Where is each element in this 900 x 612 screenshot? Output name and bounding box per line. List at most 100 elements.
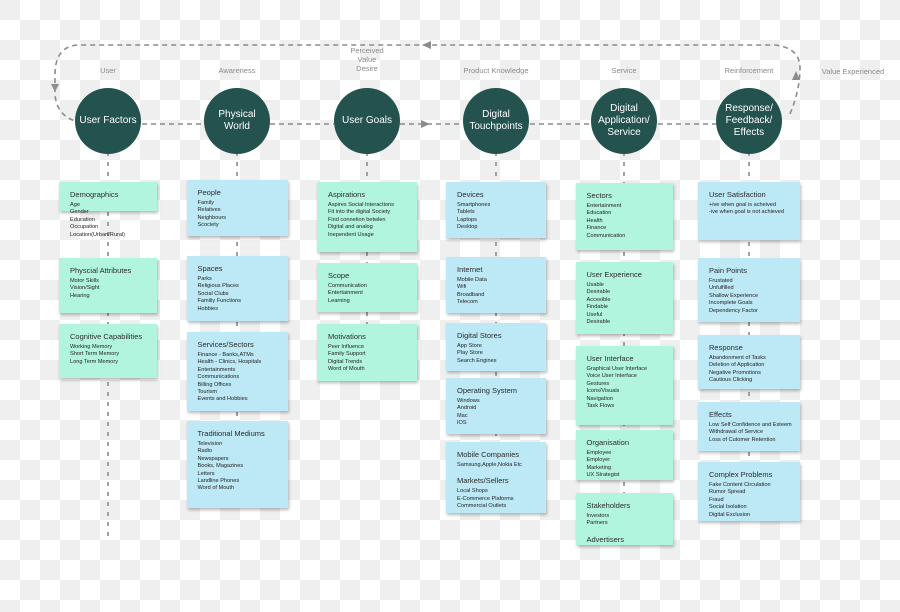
card-title: Mobile Companies: [457, 450, 520, 459]
category-card: User Experience Usable Desirable Accesible F…: [575, 262, 673, 334]
card-title: User Satisfaction: [709, 190, 766, 199]
card-item: Graphical User Interface: [586, 366, 648, 372]
card-item: Digital and analog: [328, 224, 373, 231]
category-card: Cognitive Capabilities Working Memory Shor…: [59, 324, 157, 378]
card-item: Entertainment: [328, 290, 363, 297]
card-item: Short Term Memory: [70, 351, 120, 358]
stage-label: Awareness: [218, 66, 256, 75]
card-item: +ive when goal is acheived: [709, 202, 777, 208]
category-card: Pain Points Frustated Unfulfilled Shallow E…: [698, 258, 800, 322]
card-item: Long Term Memory: [70, 358, 119, 365]
card-item: Tablets: [457, 209, 475, 216]
card-item: Find connetion betwlen: [328, 216, 386, 223]
stage-node: Digital Touchpoints: [463, 88, 529, 154]
card-item: Digital Exclusion: [709, 511, 751, 518]
card-item: Occupation: [70, 224, 99, 231]
card-item: Family: [197, 200, 214, 206]
card-item: Health - Clinics, Hospitals: [197, 359, 262, 366]
card-item: Digital Trends: [328, 358, 363, 365]
category-card: Response Abandonment of Tasks Deletion of …: [698, 335, 800, 389]
card-title: User Interface: [586, 354, 634, 363]
card-item: Vision/Sight: [70, 285, 100, 292]
card-item: Laptops: [457, 216, 477, 223]
card-title: Demographics: [70, 190, 119, 199]
card-item: Word of Mouth: [328, 366, 365, 373]
card-title: Digital Stores: [457, 331, 502, 340]
card-item: Working Memory: [70, 344, 113, 350]
card-title: Physcial Attributes: [70, 266, 132, 275]
card-item: Task Flows: [586, 403, 615, 410]
card-subtitle: Markets/Sellers: [457, 476, 509, 486]
card-item: Health: [586, 217, 603, 224]
card-title: Motivations: [328, 332, 366, 341]
card-item: Telecom: [457, 299, 478, 306]
card-title: Internet: [457, 265, 483, 274]
card-item: -ive when goal is not achieved: [709, 209, 784, 216]
card-item: Accesible: [586, 296, 611, 303]
category-card: Mobile Companies Samsung,Apple,Nokia Etc M…: [446, 442, 546, 513]
stage-label: Perceived Value Desire: [350, 46, 384, 73]
card-item: Hearing: [70, 292, 90, 299]
card-item: Desirable: [586, 289, 611, 296]
card-item: App Store: [457, 343, 482, 349]
category-card: Aspirations Aspires Social Interactions Fi…: [317, 182, 417, 252]
card-item: Hobbies: [197, 305, 219, 312]
card-item: Education: [586, 210, 612, 217]
category-card: Effects Low Self Confidence and Esteem Wit…: [698, 402, 800, 451]
card-title: Stakeholders: [586, 501, 631, 510]
category-card: User Satisfaction +ive when goal is achei…: [698, 182, 800, 240]
card-item: Investors: [586, 513, 610, 519]
card-title: Devices: [457, 190, 484, 199]
return-loop-top: [54, 44, 801, 122]
card-title: Aspirations: [328, 190, 366, 199]
card-item: Family Support: [328, 351, 366, 358]
card-item: Frustated: [709, 278, 733, 284]
stage-node: User Factors: [75, 88, 141, 154]
card-item: Local Shops: [457, 488, 488, 495]
card-item: Shallow Experience: [709, 292, 759, 299]
card-title: Organisation: [586, 438, 630, 447]
card-item: Low Self Confidence and Esteem: [709, 422, 792, 428]
card-item: Wifi: [457, 284, 467, 291]
stage-node: Response/ Feedback/ Effects: [716, 88, 782, 154]
card-item: Navigation: [586, 395, 613, 402]
card-title: Traditional Mediums: [197, 429, 265, 438]
card-item: Relatives: [197, 207, 221, 214]
card-item: Employer: [586, 457, 611, 464]
card-item: IOS: [457, 420, 467, 427]
card-item: Partners: [586, 520, 608, 527]
card-title: Spaces: [197, 264, 223, 273]
card-item: Finance - Banks,ATMs: [197, 352, 254, 358]
card-item: Landline Phones: [197, 478, 240, 485]
stage-node: User Goals: [334, 88, 400, 154]
card-item: Gestures: [586, 380, 610, 387]
category-card: Traditional Mediums Television Radio Newspa…: [186, 421, 288, 508]
card-item: Mobile Data: [457, 277, 487, 283]
card-item: Communication: [328, 283, 367, 289]
card-title: Services/Sectors: [197, 340, 254, 349]
card-item: Peer Influence: [328, 344, 365, 350]
category-card: Services/Sectors Finance - Banks,ATMs Heal…: [186, 332, 288, 411]
card-item: Voice User Interface: [586, 373, 637, 380]
card-title: People: [197, 188, 221, 197]
category-card: Organisation Employee Employer Marketing UX …: [575, 430, 673, 480]
category-card: User Interface Graphical User Interface Vo…: [575, 346, 673, 425]
card-item: Withdrawal of Service: [709, 429, 764, 436]
card-item: Search Engines: [457, 357, 497, 364]
card-item: Marketing: [586, 464, 612, 471]
card-item: Aspires Social Interactions: [328, 202, 394, 208]
card-item: Useful: [586, 311, 603, 318]
card-item: Mac: [457, 412, 468, 419]
arrow-down-icon: [51, 84, 59, 92]
category-card: Stakeholders Investors Partners Advertisers: [575, 493, 673, 545]
card-item: Inependent Usage: [328, 231, 374, 238]
card-item: Rumor Spread: [709, 489, 746, 496]
user-journey-diagram: Value Experienced User User Factors Demogr…: [0, 0, 900, 612]
card-item: Television: [197, 441, 223, 447]
card-item: Incomplete Goals: [709, 300, 753, 307]
value-experienced-label: Value Experienced: [821, 67, 885, 76]
category-card: Motivations Peer Influence Family Support D…: [317, 324, 417, 381]
category-card: Physcial Attributes Motor Skills Vision/Si…: [59, 258, 157, 313]
card-item: Fake Content Circulation: [709, 482, 771, 488]
card-item: Fraud: [709, 496, 724, 503]
